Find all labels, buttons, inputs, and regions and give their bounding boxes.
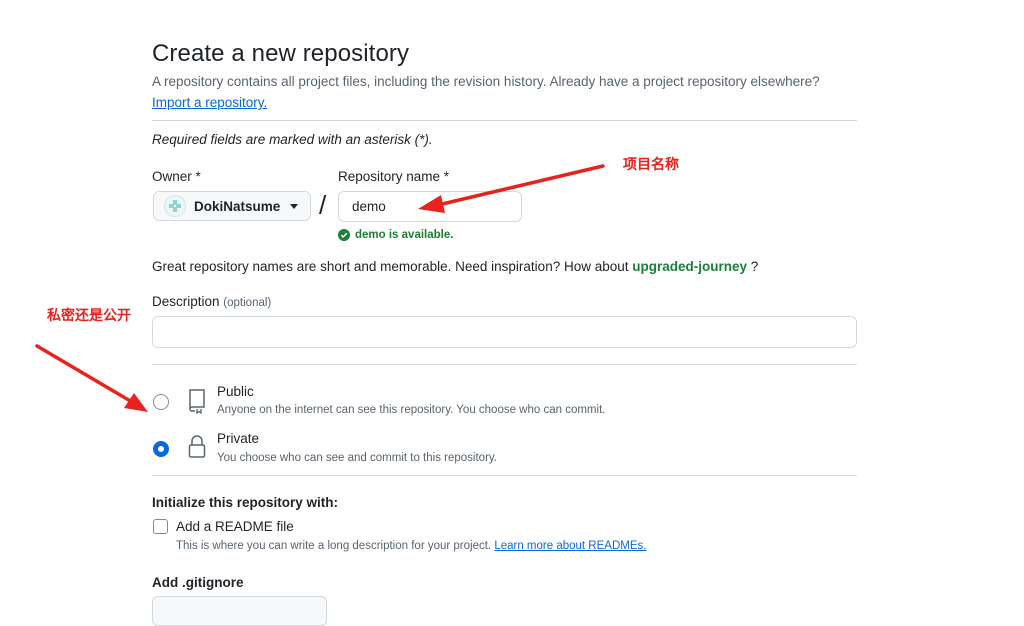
divider [152, 120, 857, 121]
page-title: Create a new repository [152, 40, 410, 67]
import-repository-link[interactable]: Import a repository. [152, 94, 267, 112]
availability-text: demo is available. [355, 229, 454, 241]
owner-label: Owner * [152, 169, 201, 184]
availability-status: demo is available. [338, 229, 453, 241]
initialize-title: Initialize this repository with: [152, 495, 339, 510]
page-subtitle: A repository contains all project files,… [152, 74, 820, 89]
name-inspiration: Great repository names are short and mem… [152, 259, 758, 274]
private-title: Private [217, 431, 260, 446]
inspiration-text: Great repository names are short and mem… [152, 259, 629, 274]
repository-name-label: Repository name * [338, 169, 450, 184]
gitignore-select[interactable] [152, 596, 327, 626]
public-title: Public [217, 384, 254, 399]
public-description: Anyone on the internet can see this repo… [217, 404, 606, 416]
caret-down-icon [290, 203, 298, 209]
readme-label[interactable]: Add a README file [176, 519, 294, 534]
readme-description: This is where you can write a long descr… [176, 540, 646, 552]
repo-icon [186, 388, 208, 419]
readme-description-text: This is where you can write a long descr… [176, 540, 492, 552]
annotation-project-name: 项目名称 [623, 157, 679, 173]
inspiration-suffix: ? [750, 259, 759, 274]
annotation-visibility: 私密还是公开 [47, 308, 131, 324]
divider [152, 364, 857, 365]
avatar-icon [169, 200, 181, 212]
required-fields-note: Required fields are marked with an aster… [152, 132, 433, 147]
description-input[interactable] [152, 316, 857, 348]
optional-hint: (optional) [223, 297, 272, 309]
arrow-to-visibility [35, 344, 148, 412]
repository-name-input[interactable] [338, 191, 522, 222]
check-circle-icon [338, 229, 350, 241]
learn-readmes-link[interactable]: Learn more about READMEs. [494, 540, 646, 552]
description-label-text: Description [152, 294, 220, 309]
slash-separator: / [319, 190, 327, 220]
owner-name: DokiNatsume [194, 198, 281, 214]
divider [152, 475, 857, 476]
private-description: You choose who can see and commit to thi… [217, 452, 497, 464]
private-radio[interactable] [153, 441, 169, 457]
owner-select[interactable]: DokiNatsume [153, 191, 311, 221]
public-radio[interactable] [153, 394, 169, 410]
description-label: Description (optional) [152, 294, 271, 309]
avatar [164, 195, 186, 217]
suggested-name-link[interactable]: upgraded-journey [632, 259, 747, 274]
readme-checkbox[interactable] [153, 519, 168, 534]
gitignore-label: Add .gitignore [152, 575, 244, 590]
lock-icon [187, 434, 207, 465]
